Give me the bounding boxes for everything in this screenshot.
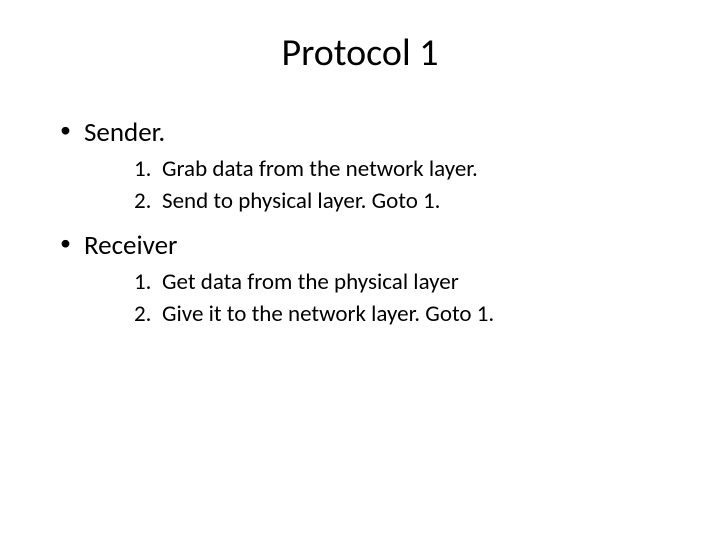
step-number: 1. — [134, 268, 151, 296]
step-number: 2. — [134, 187, 151, 215]
step-text: Send to physical layer. Goto 1. — [162, 187, 441, 215]
slide-title: Protocol 1 — [40, 30, 680, 76]
step-number: 1. — [134, 155, 151, 183]
step-text: Grab data from the network layer. — [162, 155, 478, 183]
content-list: Sender. 1. Grab data from the network la… — [40, 116, 680, 328]
step-text: Give it to the network layer. Goto 1. — [162, 300, 494, 328]
sender-steps: 1. Grab data from the network layer. 2. … — [84, 155, 680, 215]
list-item: 1. Get data from the physical layer — [134, 268, 680, 296]
list-item: 2. Give it to the network layer. Goto 1. — [134, 300, 680, 328]
section-label: Receiver — [84, 229, 177, 262]
step-text: Get data from the physical layer — [162, 268, 459, 296]
step-number: 2. — [134, 300, 151, 328]
section-sender: Sender. 1. Grab data from the network la… — [60, 116, 680, 215]
section-receiver: Receiver 1. Get data from the physical l… — [60, 229, 680, 328]
section-label: Sender. — [84, 116, 165, 149]
receiver-steps: 1. Get data from the physical layer 2. G… — [84, 268, 680, 328]
list-item: 1. Grab data from the network layer. — [134, 155, 680, 183]
list-item: 2. Send to physical layer. Goto 1. — [134, 187, 680, 215]
